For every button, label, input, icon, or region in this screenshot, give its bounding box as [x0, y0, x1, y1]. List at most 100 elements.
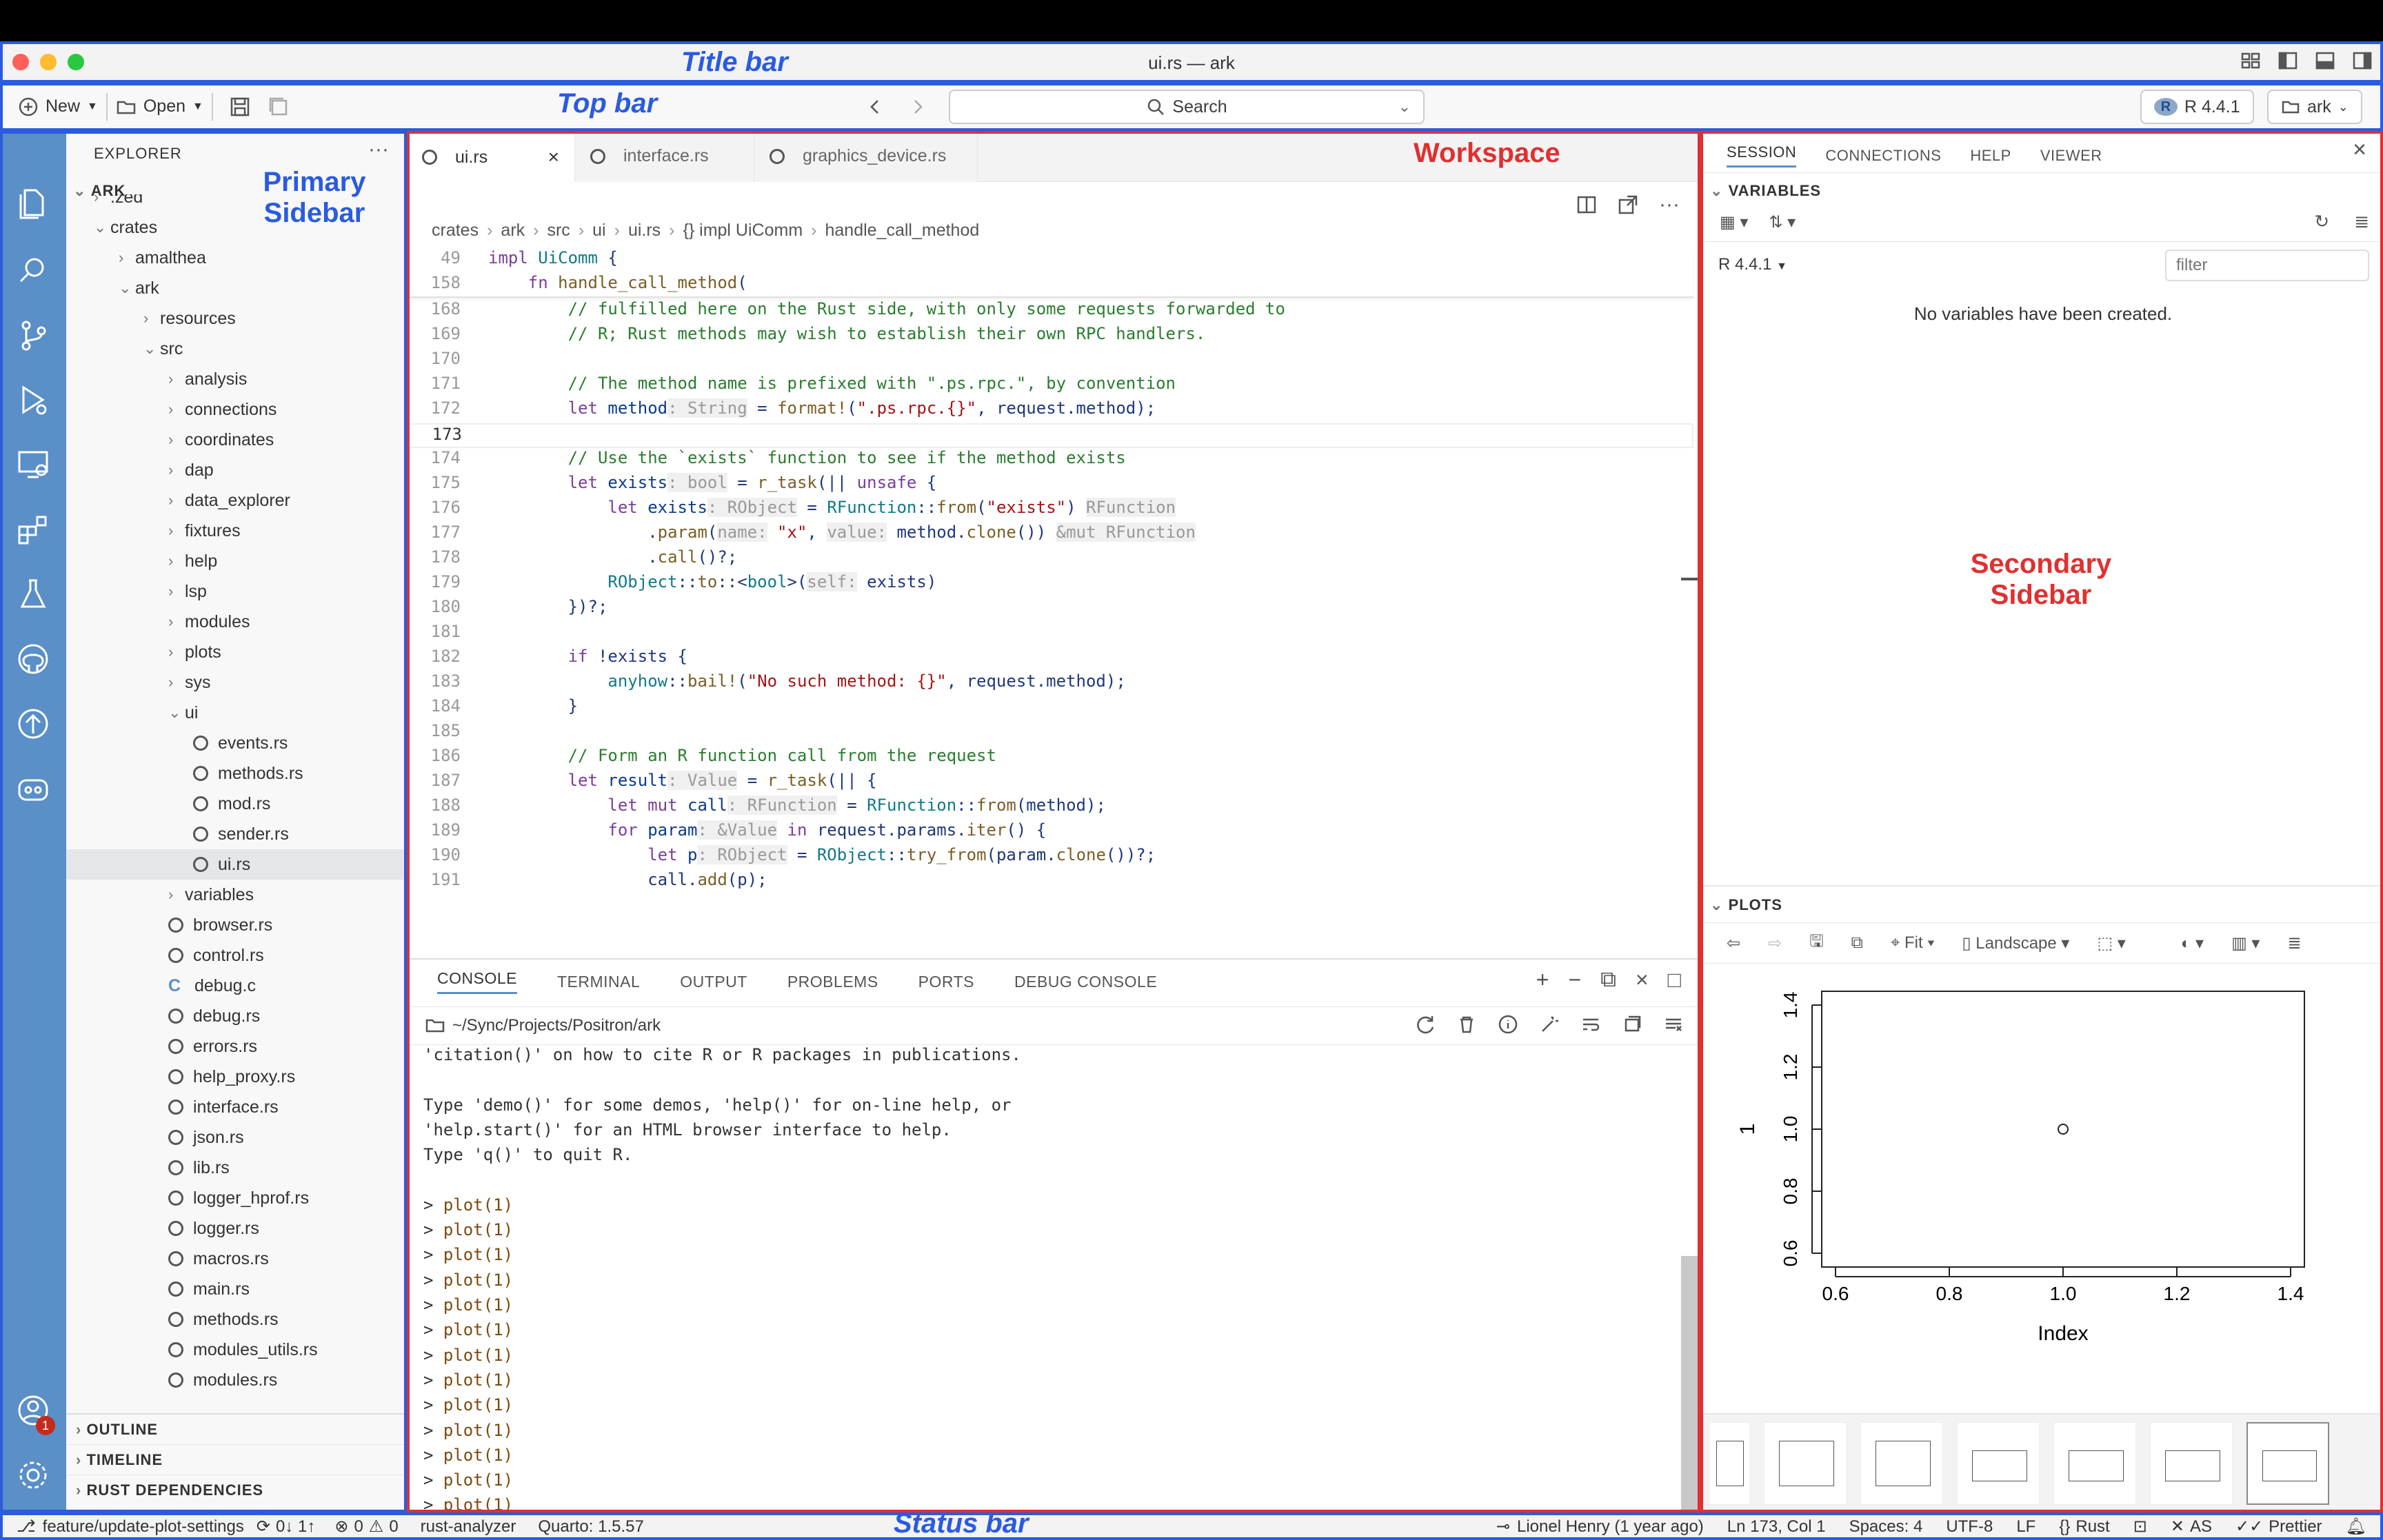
plot-thumbnail[interactable] — [1764, 1422, 1847, 1505]
bell-icon[interactable]: 🔔︎ — [2346, 1517, 2366, 1537]
plot-size-icon[interactable]: ⬚ ▾ — [2097, 933, 2125, 953]
next-plot-icon[interactable]: ⇨ — [1768, 933, 1782, 953]
code-line[interactable]: 179 RObject::to::<bool>(self: exists) — [407, 572, 1693, 597]
info-icon[interactable] — [1498, 1014, 1518, 1035]
encoding[interactable]: UTF-8 — [1946, 1517, 1993, 1537]
tree-item[interactable]: › dap — [66, 455, 405, 485]
tree-item[interactable]: macros.rs — [66, 1244, 405, 1274]
zoom-fit-button[interactable]: ⌖ Fit ▾ — [1891, 933, 1935, 953]
refresh-icon[interactable]: ↻ — [2314, 211, 2329, 232]
code-line[interactable]: 184 } — [407, 696, 1693, 721]
variables-header[interactable]: ⌄ VARIABLES — [1710, 182, 1821, 200]
indentation[interactable]: Spaces: 4 — [1849, 1517, 1923, 1537]
clear-list-icon[interactable]: ≣ — [2354, 211, 2369, 232]
save-plot-icon[interactable]: 🖫 — [1809, 929, 1823, 958]
layout-icon[interactable]: ▥ ▾ — [2231, 933, 2260, 953]
filter-input[interactable] — [2165, 250, 2369, 281]
tree-item[interactable]: logger.rs — [66, 1213, 405, 1244]
tree-item[interactable]: ⌄ ark — [66, 273, 405, 303]
tab-graphics-device-rs[interactable]: graphics_device.rs — [754, 130, 978, 182]
code-line[interactable]: 175 let exists: bool = r_task(|| unsafe … — [407, 473, 1693, 498]
copilot-icon[interactable] — [15, 771, 51, 807]
code-line[interactable]: 181 — [407, 622, 1693, 647]
breadcrumb-item[interactable]: src — [547, 221, 570, 241]
sort-icon[interactable]: ⇅ ▾ — [1769, 212, 1796, 232]
code-line[interactable]: 172 let method: String = format!(".ps.rp… — [407, 398, 1693, 423]
tree-item[interactable]: ⌄ src — [66, 334, 405, 364]
breadcrumb-item[interactable]: {} impl UiComm — [683, 221, 803, 241]
code-line[interactable]: 186 // Form an R function call from the … — [407, 746, 1693, 771]
tree-item[interactable]: interface.rs — [66, 1092, 405, 1122]
tab-console[interactable]: CONSOLE — [437, 969, 517, 994]
tree-item[interactable]: debug.rs — [66, 1001, 405, 1031]
minimize-panel-icon[interactable]: − — [1568, 967, 1581, 993]
tree-item[interactable]: Cdebug.c — [66, 971, 405, 1001]
prettier-status[interactable]: ✓✓ Prettier — [2235, 1517, 2322, 1537]
plot-thumbnail[interactable] — [2053, 1422, 2136, 1505]
toggle-primary-sidebar-icon[interactable] — [2277, 50, 2299, 72]
clear-history-icon[interactable] — [1622, 1014, 1642, 1035]
explorer-icon[interactable] — [15, 186, 51, 222]
console-output[interactable]: 'citation()' on how to cite R or R packa… — [407, 1045, 1682, 1514]
breadcrumb-item[interactable]: handle_call_method — [825, 221, 979, 241]
previous-plot-icon[interactable]: ⇦ — [1727, 933, 1740, 953]
tab-connections[interactable]: CONNECTIONS — [1825, 147, 1941, 165]
save-icon[interactable] — [228, 95, 252, 119]
tree-item[interactable]: ui.rs — [66, 849, 405, 880]
tree-item[interactable]: › coordinates — [66, 425, 405, 455]
code-area[interactable]: 168 // fulfilled here on the Rust side, … — [407, 299, 1700, 958]
tab-help[interactable]: HELP — [1970, 147, 2011, 165]
tree-item[interactable]: modules_utils.rs — [66, 1335, 405, 1365]
more-actions-icon[interactable]: ··· — [368, 138, 389, 161]
code-line[interactable]: 182 if !exists { — [407, 647, 1693, 671]
tree-item[interactable]: › sys — [66, 667, 405, 698]
tree-item[interactable]: › lsp — [66, 576, 405, 607]
clear-plots-icon[interactable]: ≣ — [2287, 933, 2301, 953]
search-icon[interactable] — [15, 252, 51, 288]
console-scrollbar[interactable] — [1681, 1256, 1700, 1514]
code-line[interactable]: 191 call.add(p); — [407, 870, 1693, 895]
tree-item[interactable]: control.rs — [66, 940, 405, 971]
project-button[interactable]: ark ⌄ — [2267, 90, 2362, 124]
git-blame[interactable]: ⊸ Lionel Henry (1 year ago) — [1496, 1517, 1704, 1537]
chevron-down-icon[interactable]: ⌄ — [1398, 98, 1411, 116]
timeline-section[interactable]: › TIMELINE — [66, 1445, 405, 1475]
tab-problems[interactable]: PROBLEMS — [787, 973, 878, 991]
tree-item[interactable]: › analysis — [66, 364, 405, 394]
rust-dependencies-section[interactable]: › RUST DEPENDENCIES — [66, 1475, 405, 1506]
sync-indicator[interactable]: ⟳ 0↓ 1↑ — [257, 1517, 315, 1537]
code-line[interactable]: 185 — [407, 721, 1693, 746]
tree-item[interactable]: › modules — [66, 607, 405, 637]
open-button[interactable]: Open ▼ — [108, 90, 212, 124]
tree-item[interactable]: methods.rs — [66, 1304, 405, 1335]
code-line[interactable]: 168 // fulfilled here on the Rust side, … — [407, 299, 1693, 324]
code-line[interactable]: 174 // Use the `exists` function to see … — [407, 448, 1693, 473]
tree-item[interactable]: main.rs — [66, 1274, 405, 1304]
quarto-version[interactable]: Quarto: 1.5.57 — [538, 1517, 643, 1537]
orientation-button[interactable]: ▯ Landscape ▾ — [1962, 933, 2069, 953]
branch-indicator[interactable]: ⎇ feature/update-plot-settings — [17, 1517, 244, 1537]
trash-icon[interactable] — [1456, 1014, 1477, 1035]
run-debug-icon[interactable] — [15, 382, 51, 418]
outline-section[interactable]: › OUTLINE — [66, 1415, 405, 1445]
code-line[interactable]: 171 // The method name is prefixed with … — [407, 374, 1693, 398]
tree-item[interactable]: methods.rs — [66, 758, 405, 789]
settings-gear-icon[interactable] — [15, 1457, 51, 1493]
tab-terminal[interactable]: TERMINAL — [557, 973, 640, 991]
open-in-new-window-icon[interactable] — [1618, 194, 1638, 215]
line-endings[interactable]: LF — [2016, 1517, 2035, 1537]
testing-icon[interactable] — [15, 576, 51, 612]
word-wrap-icon[interactable] — [1580, 1014, 1601, 1035]
tab-session[interactable]: SESSION — [1727, 143, 1797, 168]
close-tab-icon[interactable]: × — [548, 146, 559, 168]
code-line[interactable]: 183 anyhow::bail!("No such method: {}", … — [407, 671, 1693, 696]
remote-explorer-icon[interactable] — [15, 447, 51, 483]
breadcrumb-item[interactable]: crates — [432, 221, 479, 241]
session-selector[interactable]: R 4.4.1 ▼ — [1718, 255, 1787, 274]
tree-item[interactable]: › resources — [66, 303, 405, 334]
split-editor-icon[interactable] — [1576, 194, 1597, 215]
language-mode[interactable]: {} Rust — [2059, 1517, 2109, 1537]
rust-analyzer-status[interactable]: rust-analyzer — [421, 1517, 516, 1537]
tree-item[interactable]: mod.rs — [66, 789, 405, 819]
toggle-secondary-sidebar-icon[interactable] — [2351, 50, 2373, 72]
